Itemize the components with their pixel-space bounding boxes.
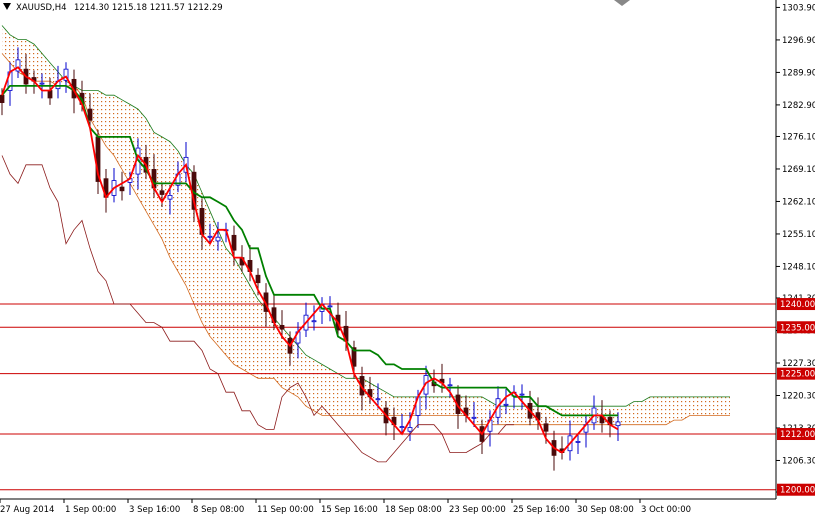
candle-body-29 (231, 234, 237, 251)
candle-body-77 (615, 421, 621, 427)
x-tick-label-4: 11 Sep 00:00 (257, 505, 314, 515)
level-badge-label-4: 1200.00 (780, 486, 815, 496)
x-tick-label-9: 30 Sep 08:00 (577, 505, 634, 515)
candle-body-65 (519, 393, 525, 396)
senkou-span-b-line (1, 25, 730, 407)
candle-body-68 (543, 423, 549, 432)
candle-body-11 (87, 108, 93, 121)
y-tick-label-0: 1303.90 (782, 3, 815, 13)
y-tick-label-1: 1296.90 (782, 36, 815, 46)
x-tick-label-2: 3 Sep 16:00 (129, 505, 180, 515)
candle-body-56 (447, 384, 453, 387)
x-tick-label-5: 15 Sep 16:00 (321, 505, 378, 515)
x-tick-label-6: 18 Sep 08:00 (385, 505, 442, 515)
candle-body-0 (0, 94, 5, 103)
y-tick-label-6: 1262.10 (782, 197, 815, 207)
candle-body-39 (311, 320, 317, 323)
candle-body-51 (407, 427, 413, 432)
candle-body-15 (119, 186, 125, 192)
level-badge-label-3: 1212.00 (780, 430, 815, 440)
x-tick-label-10: 3 Oct 00:00 (641, 505, 691, 515)
y-tick-label-3: 1282.90 (782, 101, 815, 111)
y-tick-label-12: 1220.30 (782, 391, 815, 401)
candle-body-5 (39, 82, 45, 85)
x-tick-label-0: 27 Aug 2014 (0, 505, 54, 515)
scroll-marker-icon[interactable] (614, 0, 630, 6)
level-badge-label-0: 1240.00 (780, 300, 815, 310)
x-tick-label-8: 25 Sep 16:00 (513, 505, 570, 515)
candle-body-50 (399, 426, 405, 428)
y-tick-label-7: 1255.10 (782, 230, 815, 240)
candle-body-47 (375, 398, 381, 401)
y-tick-label-5: 1269.10 (782, 165, 815, 175)
x-tick-label-3: 8 Sep 08:00 (193, 505, 244, 515)
candle-body-27 (215, 236, 221, 242)
candle-body-20 (159, 190, 165, 195)
symbol-menu-icon[interactable] (3, 3, 11, 10)
candle-body-72 (575, 441, 581, 443)
level-badge-label-1: 1235.00 (780, 323, 815, 333)
candle-body-32 (255, 274, 261, 284)
price-chart[interactable]: 1303.90 1296.90 1289.90 1282.90 1276.10 1269.… (0, 0, 815, 516)
y-tick-label-4: 1276.10 (782, 132, 815, 142)
header-ohlc: 1214.30 1215.18 1211.57 1212.29 (74, 3, 223, 13)
price-axis: 1303.90 1296.90 1289.90 1282.90 1276.10 1269.… (776, 3, 815, 498)
candle-body-35 (279, 324, 285, 330)
y-tick-label-11: 1227.30 (782, 359, 815, 369)
candle-body-63 (503, 403, 509, 406)
x-tick-label-1: 1 Sep 00:00 (65, 505, 116, 515)
candle-body-6 (47, 90, 53, 99)
cloud-fill (2, 25, 730, 425)
time-axis: 27 Aug 2014 1 Sep 00:00 3 Sep 16:00 8 Sep 0… (0, 499, 691, 515)
candle-body-21 (167, 195, 173, 200)
ichimoku-cloud (1, 25, 730, 426)
level-badge-label-2: 1225.00 (780, 370, 815, 380)
candle-body-41 (327, 305, 333, 308)
y-tick-label-14: 1206.30 (782, 456, 815, 466)
y-tick-label-2: 1289.90 (782, 68, 815, 78)
candle-body-59 (471, 416, 477, 419)
x-tick-label-7: 23 Sep 00:00 (449, 505, 506, 515)
header-symbol: XAUUSD,H4 (16, 3, 67, 13)
candle-body-26 (207, 235, 213, 238)
y-tick-label-8: 1248.10 (782, 262, 815, 272)
